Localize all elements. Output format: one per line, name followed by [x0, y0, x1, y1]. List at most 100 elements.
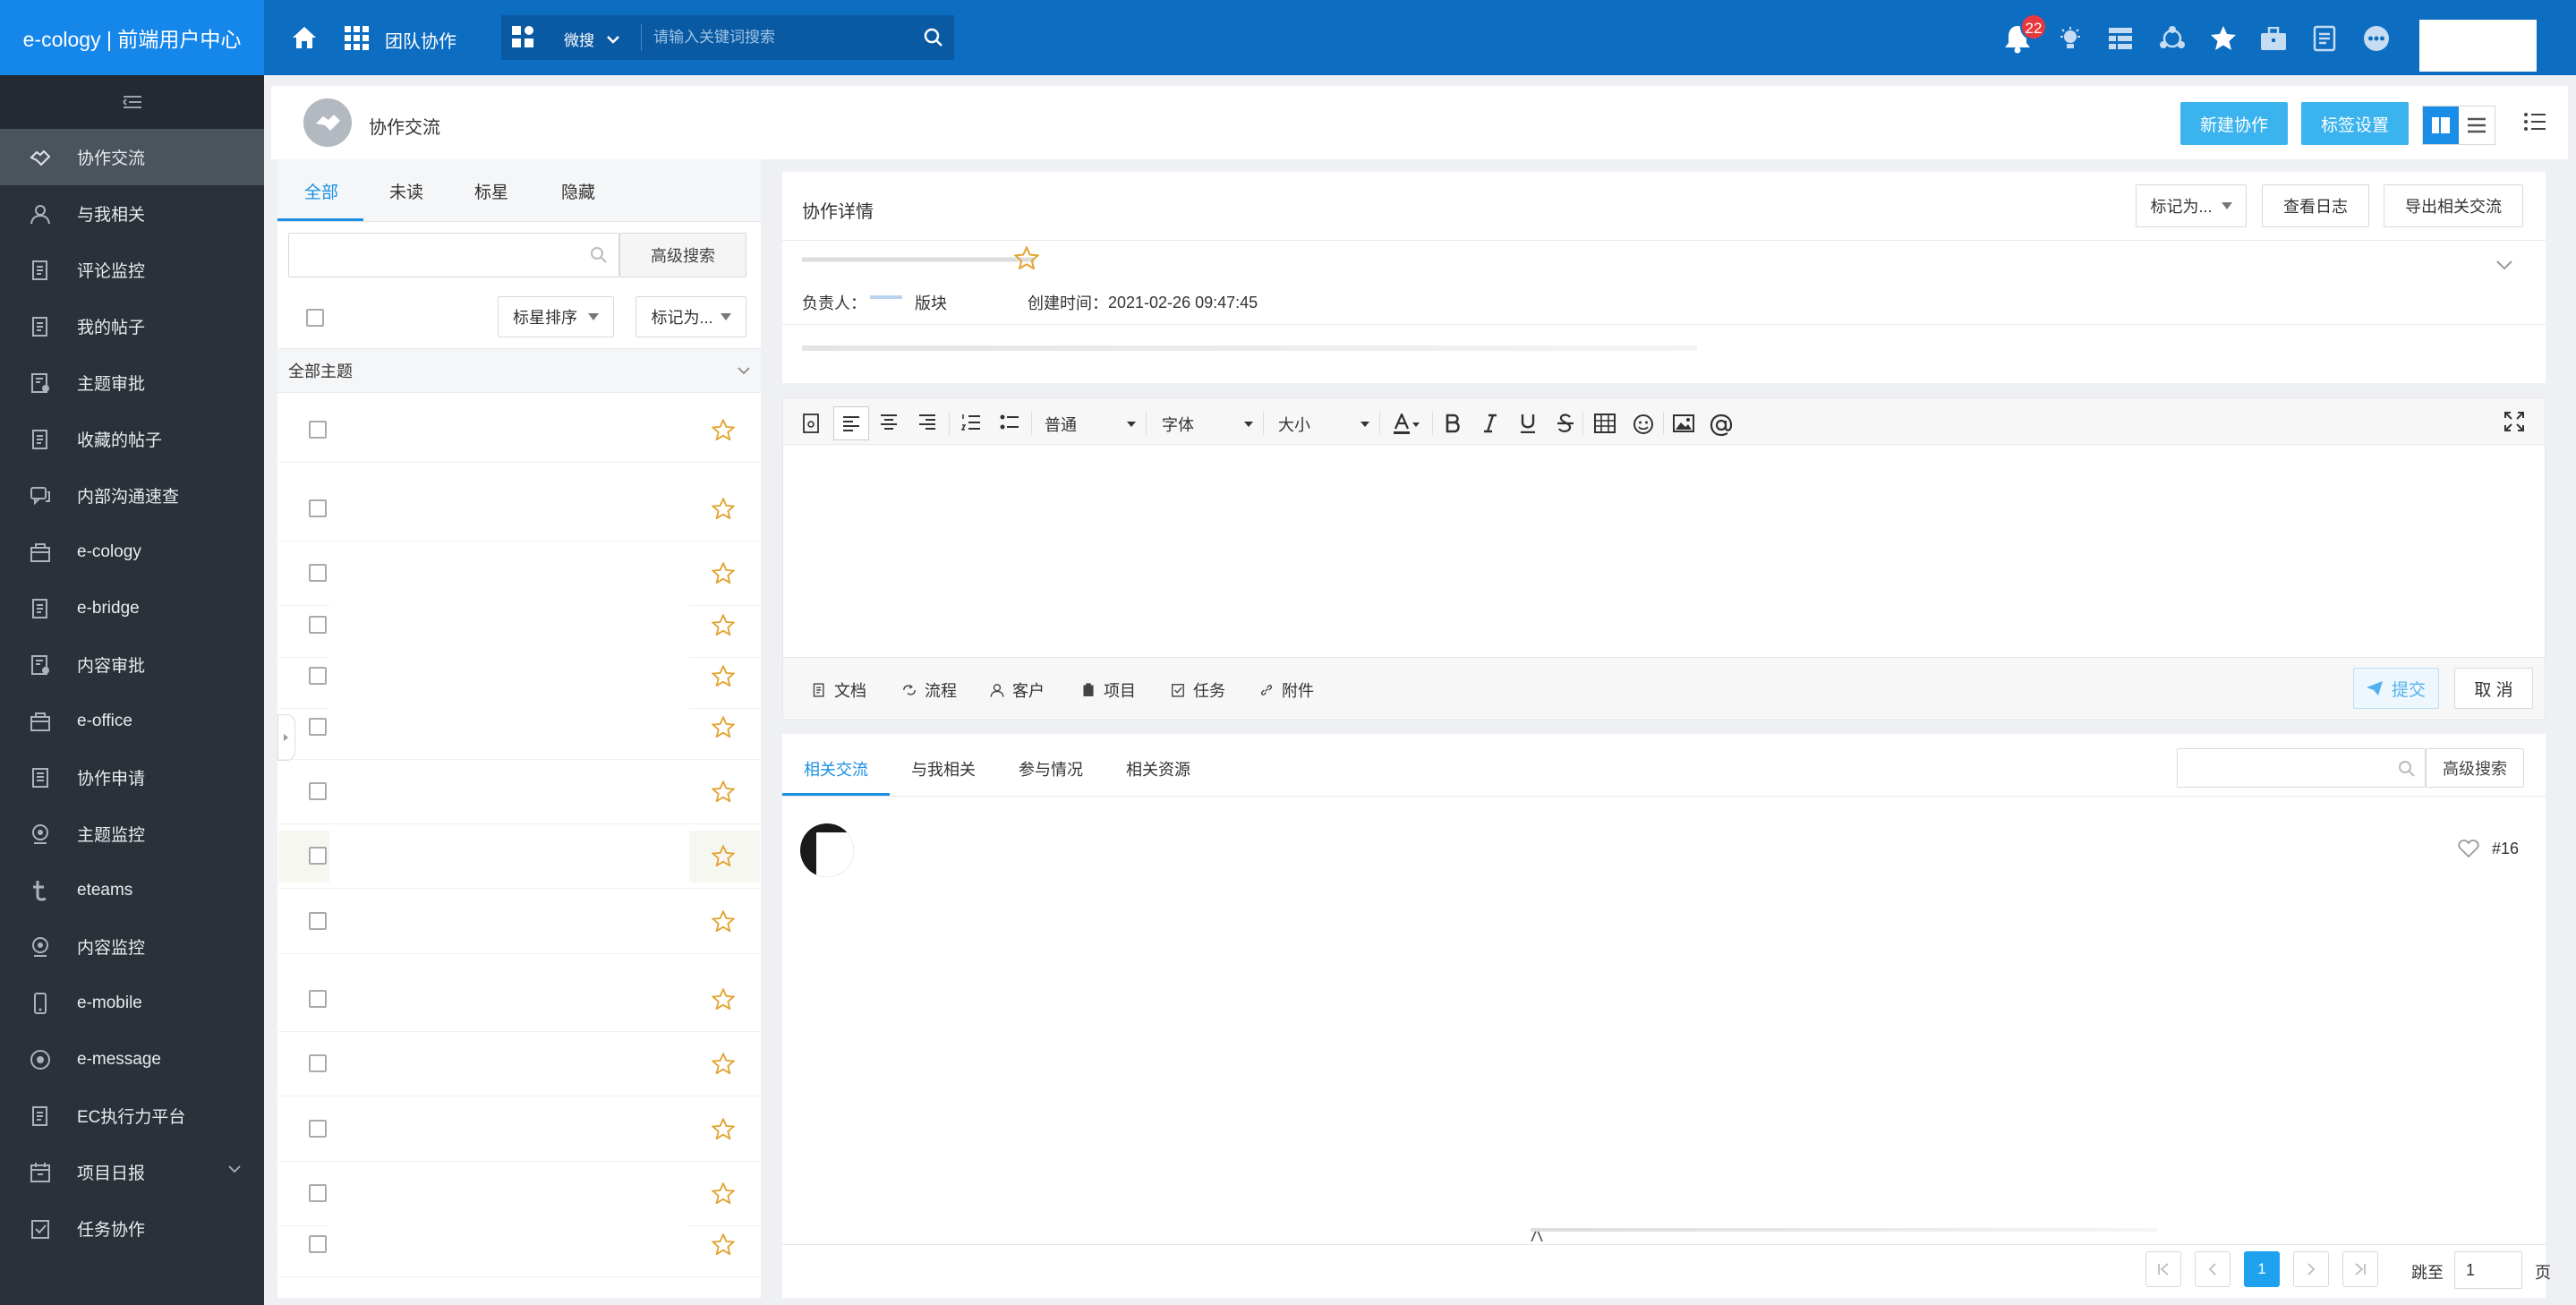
- search-scope-select[interactable]: 微搜: [564, 28, 619, 50]
- expand-chevron-icon[interactable]: [2495, 260, 2513, 270]
- sidebar-item[interactable]: 任务协作: [0, 1200, 264, 1257]
- options-list-icon[interactable]: [2523, 111, 2546, 132]
- editor-content-area[interactable]: [784, 446, 2544, 657]
- advanced-search-button[interactable]: 高级搜索: [619, 233, 746, 277]
- star-icon[interactable]: [712, 498, 735, 519]
- align-left-button[interactable]: [833, 406, 869, 440]
- source-icon[interactable]: [802, 414, 820, 433]
- topic-checkbox[interactable]: [309, 421, 327, 439]
- topic-group-header[interactable]: 全部主题: [277, 348, 761, 393]
- topic-checkbox[interactable]: [309, 1120, 327, 1138]
- more-icon[interactable]: [2363, 25, 2390, 52]
- list-tab[interactable]: 未读: [389, 179, 423, 203]
- first-page-button[interactable]: [2145, 1251, 2181, 1287]
- star-icon[interactable]: [712, 562, 735, 584]
- user-avatar-box[interactable]: [2419, 20, 2537, 72]
- attach-task-button[interactable]: 任务: [1170, 678, 1225, 702]
- list-item[interactable]: [329, 972, 689, 1028]
- sidebar-item[interactable]: e-office: [0, 693, 264, 749]
- star-icon[interactable]: [712, 716, 735, 738]
- comment-search-input[interactable]: [2177, 748, 2426, 788]
- list-item[interactable]: [329, 1217, 689, 1273]
- attach-user-button[interactable]: 客户: [989, 678, 1045, 702]
- emoji-icon[interactable]: [1633, 414, 1654, 435]
- sidebar-item[interactable]: 主题监控: [0, 806, 264, 862]
- topic-checkbox[interactable]: [309, 847, 327, 865]
- align-center-icon[interactable]: [880, 414, 898, 430]
- list-item[interactable]: [329, 894, 689, 950]
- notification-badge[interactable]: 22: [2020, 13, 2047, 40]
- star-icon[interactable]: [712, 419, 735, 440]
- export-button[interactable]: 导出相关交流: [2384, 184, 2523, 227]
- table-icon[interactable]: [1594, 414, 1616, 433]
- star-icon[interactable]: [712, 1118, 735, 1139]
- star-icon[interactable]: [712, 1053, 735, 1074]
- star-icon[interactable]: [2210, 25, 2237, 50]
- sidebar-item[interactable]: 协作申请: [0, 749, 264, 806]
- star-icon[interactable]: [712, 780, 735, 802]
- attach-doc-button[interactable]: 文档: [811, 678, 866, 702]
- sidebar-item[interactable]: 内部沟通速查: [0, 467, 264, 524]
- tag-settings-button[interactable]: 标签设置: [2301, 102, 2409, 145]
- jump-page-input[interactable]: 1: [2454, 1251, 2522, 1289]
- apps-grid-icon[interactable]: [345, 26, 370, 51]
- sidebar-item[interactable]: 我的帖子: [0, 298, 264, 354]
- submit-button[interactable]: 提交: [2353, 668, 2439, 709]
- bullet-list-icon[interactable]: [1000, 414, 1019, 431]
- list-item[interactable]: [329, 482, 689, 537]
- paragraph-select[interactable]: 普通: [1045, 413, 1136, 436]
- attach-project-button[interactable]: 项目: [1080, 678, 1136, 702]
- last-page-button[interactable]: [2342, 1251, 2378, 1287]
- bulb-icon[interactable]: [2059, 27, 2082, 52]
- list-tab[interactable]: 全部: [304, 179, 338, 203]
- topic-checkbox[interactable]: [309, 782, 327, 800]
- list-item[interactable]: [329, 764, 689, 820]
- star-icon[interactable]: [712, 1233, 735, 1255]
- list-item[interactable]: [329, 700, 689, 755]
- topic-checkbox[interactable]: [309, 990, 327, 1008]
- italic-icon[interactable]: [1482, 414, 1498, 433]
- topic-checkbox[interactable]: [309, 616, 327, 634]
- topic-search-input[interactable]: [288, 233, 619, 277]
- list-tab[interactable]: 隐藏: [561, 179, 595, 203]
- list-item[interactable]: [329, 829, 689, 884]
- list-item[interactable]: [329, 649, 689, 704]
- heart-icon[interactable]: [2458, 839, 2479, 858]
- document-icon[interactable]: [2313, 25, 2336, 52]
- list-item[interactable]: [329, 403, 689, 458]
- topic-checkbox[interactable]: [309, 1054, 327, 1072]
- avatar[interactable]: [800, 823, 854, 877]
- sidebar-item[interactable]: e-bridge: [0, 580, 264, 636]
- list-item[interactable]: [329, 1102, 689, 1157]
- sidebar-item[interactable]: EC执行力平台: [0, 1088, 264, 1144]
- sidebar-item[interactable]: e-cology: [0, 524, 264, 580]
- page-number-current[interactable]: 1: [2244, 1251, 2280, 1287]
- list-tab[interactable]: 标星: [474, 179, 508, 203]
- table-grid-icon[interactable]: [2109, 28, 2132, 49]
- comment-tab[interactable]: 与我相关: [911, 757, 976, 780]
- view-log-button[interactable]: 查看日志: [2262, 184, 2369, 227]
- star-icon[interactable]: [712, 988, 735, 1010]
- comment-tab[interactable]: 相关资源: [1126, 757, 1190, 780]
- select-all-checkbox[interactable]: [306, 309, 324, 327]
- list-item[interactable]: [329, 546, 689, 601]
- search-input[interactable]: [653, 22, 895, 53]
- bold-icon[interactable]: [1445, 414, 1461, 433]
- list-item[interactable]: [329, 1036, 689, 1092]
- sidebar-item[interactable]: 内容审批: [0, 636, 264, 693]
- mark-as-select[interactable]: 标记为...: [635, 296, 746, 337]
- topic-checkbox[interactable]: [309, 1184, 327, 1202]
- sidebar-item[interactable]: eteams: [0, 862, 264, 918]
- sidebar-item[interactable]: 协作交流: [0, 129, 264, 185]
- cancel-button[interactable]: 取 消: [2454, 668, 2533, 709]
- fullscreen-icon[interactable]: [2504, 412, 2524, 431]
- comment-advanced-search-button[interactable]: 高级搜索: [2426, 748, 2524, 788]
- star-icon[interactable]: [712, 614, 735, 635]
- underline-icon[interactable]: [1520, 414, 1536, 433]
- panel-collapse-handle[interactable]: [277, 714, 295, 761]
- prev-page-button[interactable]: [2195, 1251, 2231, 1287]
- topic-checkbox[interactable]: [309, 564, 327, 582]
- search-scope-icon[interactable]: [512, 26, 535, 49]
- share-icon[interactable]: [2159, 26, 2186, 51]
- attach-link-button[interactable]: 附件: [1258, 678, 1314, 702]
